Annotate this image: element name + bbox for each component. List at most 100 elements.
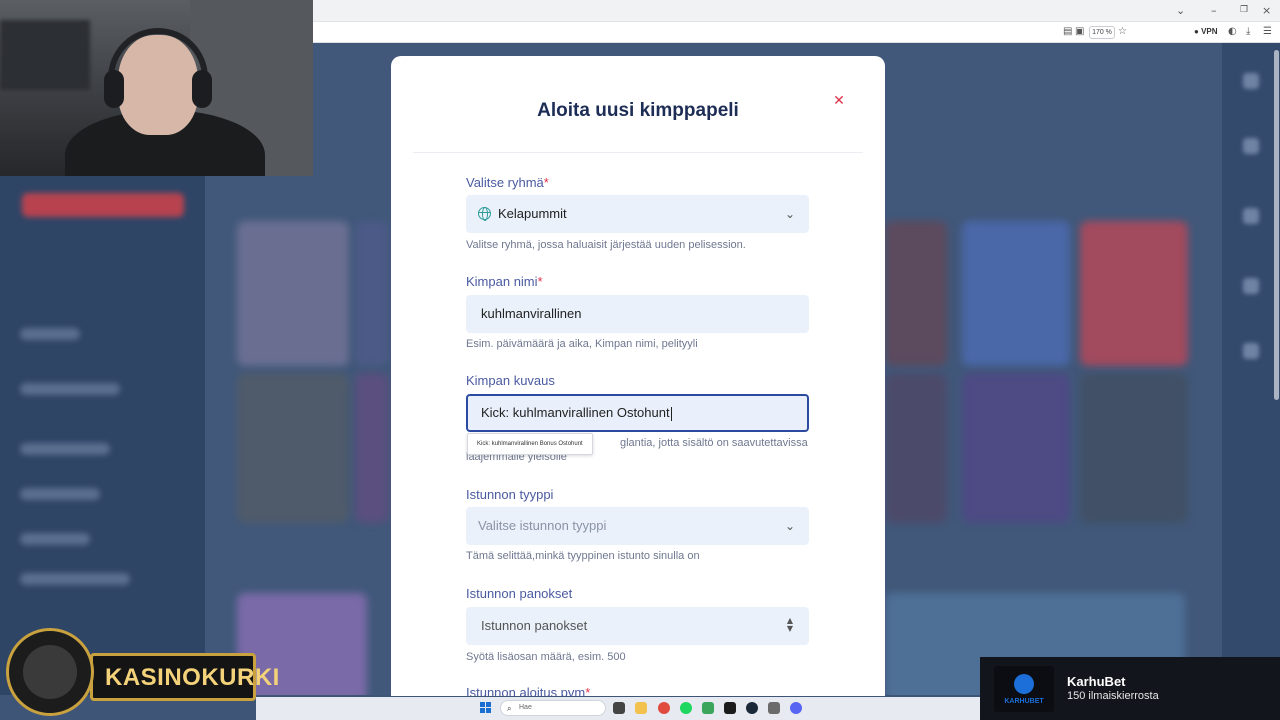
- spotify-icon[interactable]: [680, 702, 692, 714]
- webcam-shelf: [0, 20, 90, 90]
- ad-brand: KarhuBet: [1067, 674, 1126, 689]
- required-mark: *: [543, 175, 549, 190]
- stakes-placeholder: Istunnon panokset: [481, 618, 588, 633]
- background-tile: [885, 221, 947, 366]
- group-label-text: Valitse ryhmä: [466, 175, 544, 190]
- description-input[interactable]: Kick: kuhlmanvirallinen Ostohunt: [466, 394, 809, 432]
- taskbar-search[interactable]: ⌕ Hae: [500, 700, 606, 716]
- background-sidebar-item: [20, 573, 130, 585]
- account-icon[interactable]: ◐: [1228, 26, 1237, 37]
- text-caret: [670, 406, 672, 421]
- background-sidebar-item: [20, 383, 120, 395]
- webcam-overlay: [0, 0, 313, 176]
- session-type-hint: Tämä selittää,minkä tyyppinen istunto si…: [466, 550, 700, 562]
- background-rail-icon: [1243, 73, 1259, 89]
- vpn-label: VPN: [1201, 27, 1218, 36]
- group-label: Valitse ryhmä*: [466, 175, 549, 190]
- background-rail-icon: [1243, 278, 1259, 294]
- karhubet-logo: KARHUBET: [994, 666, 1054, 712]
- name-label: Kimpan nimi*: [466, 274, 543, 289]
- session-type-placeholder: Valitse istunnon tyyppi: [478, 518, 607, 533]
- nvidia-icon[interactable]: [724, 702, 736, 714]
- chevron-down-icon: ⌄: [784, 207, 795, 221]
- stakes-label: Istunnon panokset: [466, 586, 573, 601]
- search-icon: ⌕: [507, 704, 512, 713]
- minimize-icon[interactable]: –: [1211, 4, 1217, 17]
- name-input[interactable]: kuhlmanvirallinen: [466, 295, 809, 333]
- background-sidebar-item: [20, 328, 80, 340]
- background-tile: [885, 373, 947, 523]
- karhubet-logo-text: KARHUBET: [1004, 698, 1044, 705]
- steam-icon[interactable]: [746, 702, 758, 714]
- restore-icon[interactable]: ❐: [1240, 5, 1248, 15]
- name-label-text: Kimpan nimi: [466, 274, 538, 289]
- session-type-select[interactable]: Valitse istunnon tyyppi ⌄: [466, 507, 809, 545]
- background-sidebar-item: [20, 533, 90, 545]
- reader-icon[interactable]: ▤: [1063, 26, 1072, 37]
- bookmark-star-icon[interactable]: ☆: [1118, 26, 1127, 37]
- vpn-icon: ●: [1194, 27, 1199, 36]
- file-explorer-icon[interactable]: [635, 702, 647, 714]
- ad-offer: 150 ilmaiskierrosta: [1067, 690, 1159, 702]
- background-tile: [1080, 221, 1188, 366]
- autocomplete-suggestion[interactable]: Kick: kuhlmanvirallinen Bonus Ostohunt: [467, 433, 593, 455]
- required-mark: *: [537, 274, 543, 289]
- task-view-icon[interactable]: [613, 702, 625, 714]
- required-mark: *: [585, 685, 591, 696]
- background-banner: [22, 193, 184, 217]
- close-icon[interactable]: ×: [1262, 4, 1271, 17]
- background-sidebar-item: [20, 488, 100, 500]
- bear-icon: [1014, 674, 1034, 694]
- menu-icon[interactable]: ☰: [1263, 26, 1272, 37]
- stakes-input[interactable]: Istunnon panokset ▲ ▼: [466, 607, 809, 645]
- background-tile: [355, 221, 389, 366]
- karhubet-ad[interactable]: KARHUBET KarhuBet 150 ilmaiskierrosta: [980, 657, 1280, 720]
- background-rail-icon: [1243, 208, 1259, 224]
- modal-divider: [413, 152, 863, 153]
- windows-taskbar: ⌕ Hae: [256, 697, 980, 720]
- session-type-label: Istunnon tyyppi: [466, 487, 554, 502]
- logo-text: KASINOKURKI: [105, 664, 280, 691]
- chevron-down-icon: ⌄: [784, 519, 795, 533]
- opera-icon[interactable]: [658, 702, 670, 714]
- description-label: Kimpan kuvaus: [466, 373, 555, 388]
- background-rail-icon: [1243, 343, 1259, 359]
- heron-emblem-icon: [6, 628, 94, 716]
- background-sidebar-item: [20, 443, 110, 455]
- zoom-level[interactable]: 170 %: [1089, 26, 1115, 39]
- kasinokurki-logo: KASINOKURKI: [6, 628, 279, 720]
- windows-start-icon[interactable]: [480, 702, 492, 714]
- group-hint: Valitse ryhmä, jossa haluaisit järjestää…: [466, 239, 746, 251]
- name-hint: Esim. päivämäärä ja aika, Kimpan nimi, p…: [466, 338, 698, 350]
- screenshot-icon[interactable]: ▣: [1075, 26, 1084, 37]
- headset-earcup: [192, 70, 212, 108]
- stepper-icon[interactable]: ▲ ▼: [787, 617, 793, 633]
- discord-icon[interactable]: [790, 702, 802, 714]
- page-scrollbar[interactable]: [1274, 50, 1279, 400]
- description-input-value: Kick: kuhlmanvirallinen Ostohunt: [481, 405, 670, 420]
- start-date-label-text: Istunnon aloitus pvm: [466, 685, 586, 696]
- group-select[interactable]: Kelapummit ⌄: [466, 195, 809, 233]
- background-tile: [355, 373, 389, 523]
- new-group-session-modal: Aloita uusi kimppapeli ✕ Valitse ryhmä* …: [391, 56, 885, 696]
- background-rail-icon: [1243, 138, 1259, 154]
- obs-icon[interactable]: [768, 702, 780, 714]
- background-tile: [962, 373, 1070, 523]
- background-tile: [237, 373, 349, 523]
- headset-earcup: [104, 70, 124, 108]
- stakes-hint: Syötä lisäosan määrä, esim. 500: [466, 651, 626, 663]
- modal-title: Aloita uusi kimppapeli: [537, 100, 739, 121]
- background-tile: [237, 221, 349, 366]
- logo-banner: KASINOKURKI: [90, 653, 279, 701]
- emblem-inner: [23, 645, 77, 699]
- background-tile: [1080, 373, 1188, 523]
- background-tile: [962, 221, 1070, 366]
- group-select-value: Kelapummit: [498, 206, 567, 221]
- taskbar-search-placeholder: Hae: [519, 704, 532, 711]
- chevron-down-icon[interactable]: ⌄: [1176, 4, 1185, 17]
- description-hint: glantia, jotta sisältö on saavutettaviss…: [620, 437, 808, 449]
- close-icon[interactable]: ✕: [831, 92, 847, 108]
- download-icon[interactable]: ⤓: [1246, 26, 1250, 37]
- app-icon[interactable]: [702, 702, 714, 714]
- vpn-button[interactable]: ● VPN: [1194, 27, 1218, 36]
